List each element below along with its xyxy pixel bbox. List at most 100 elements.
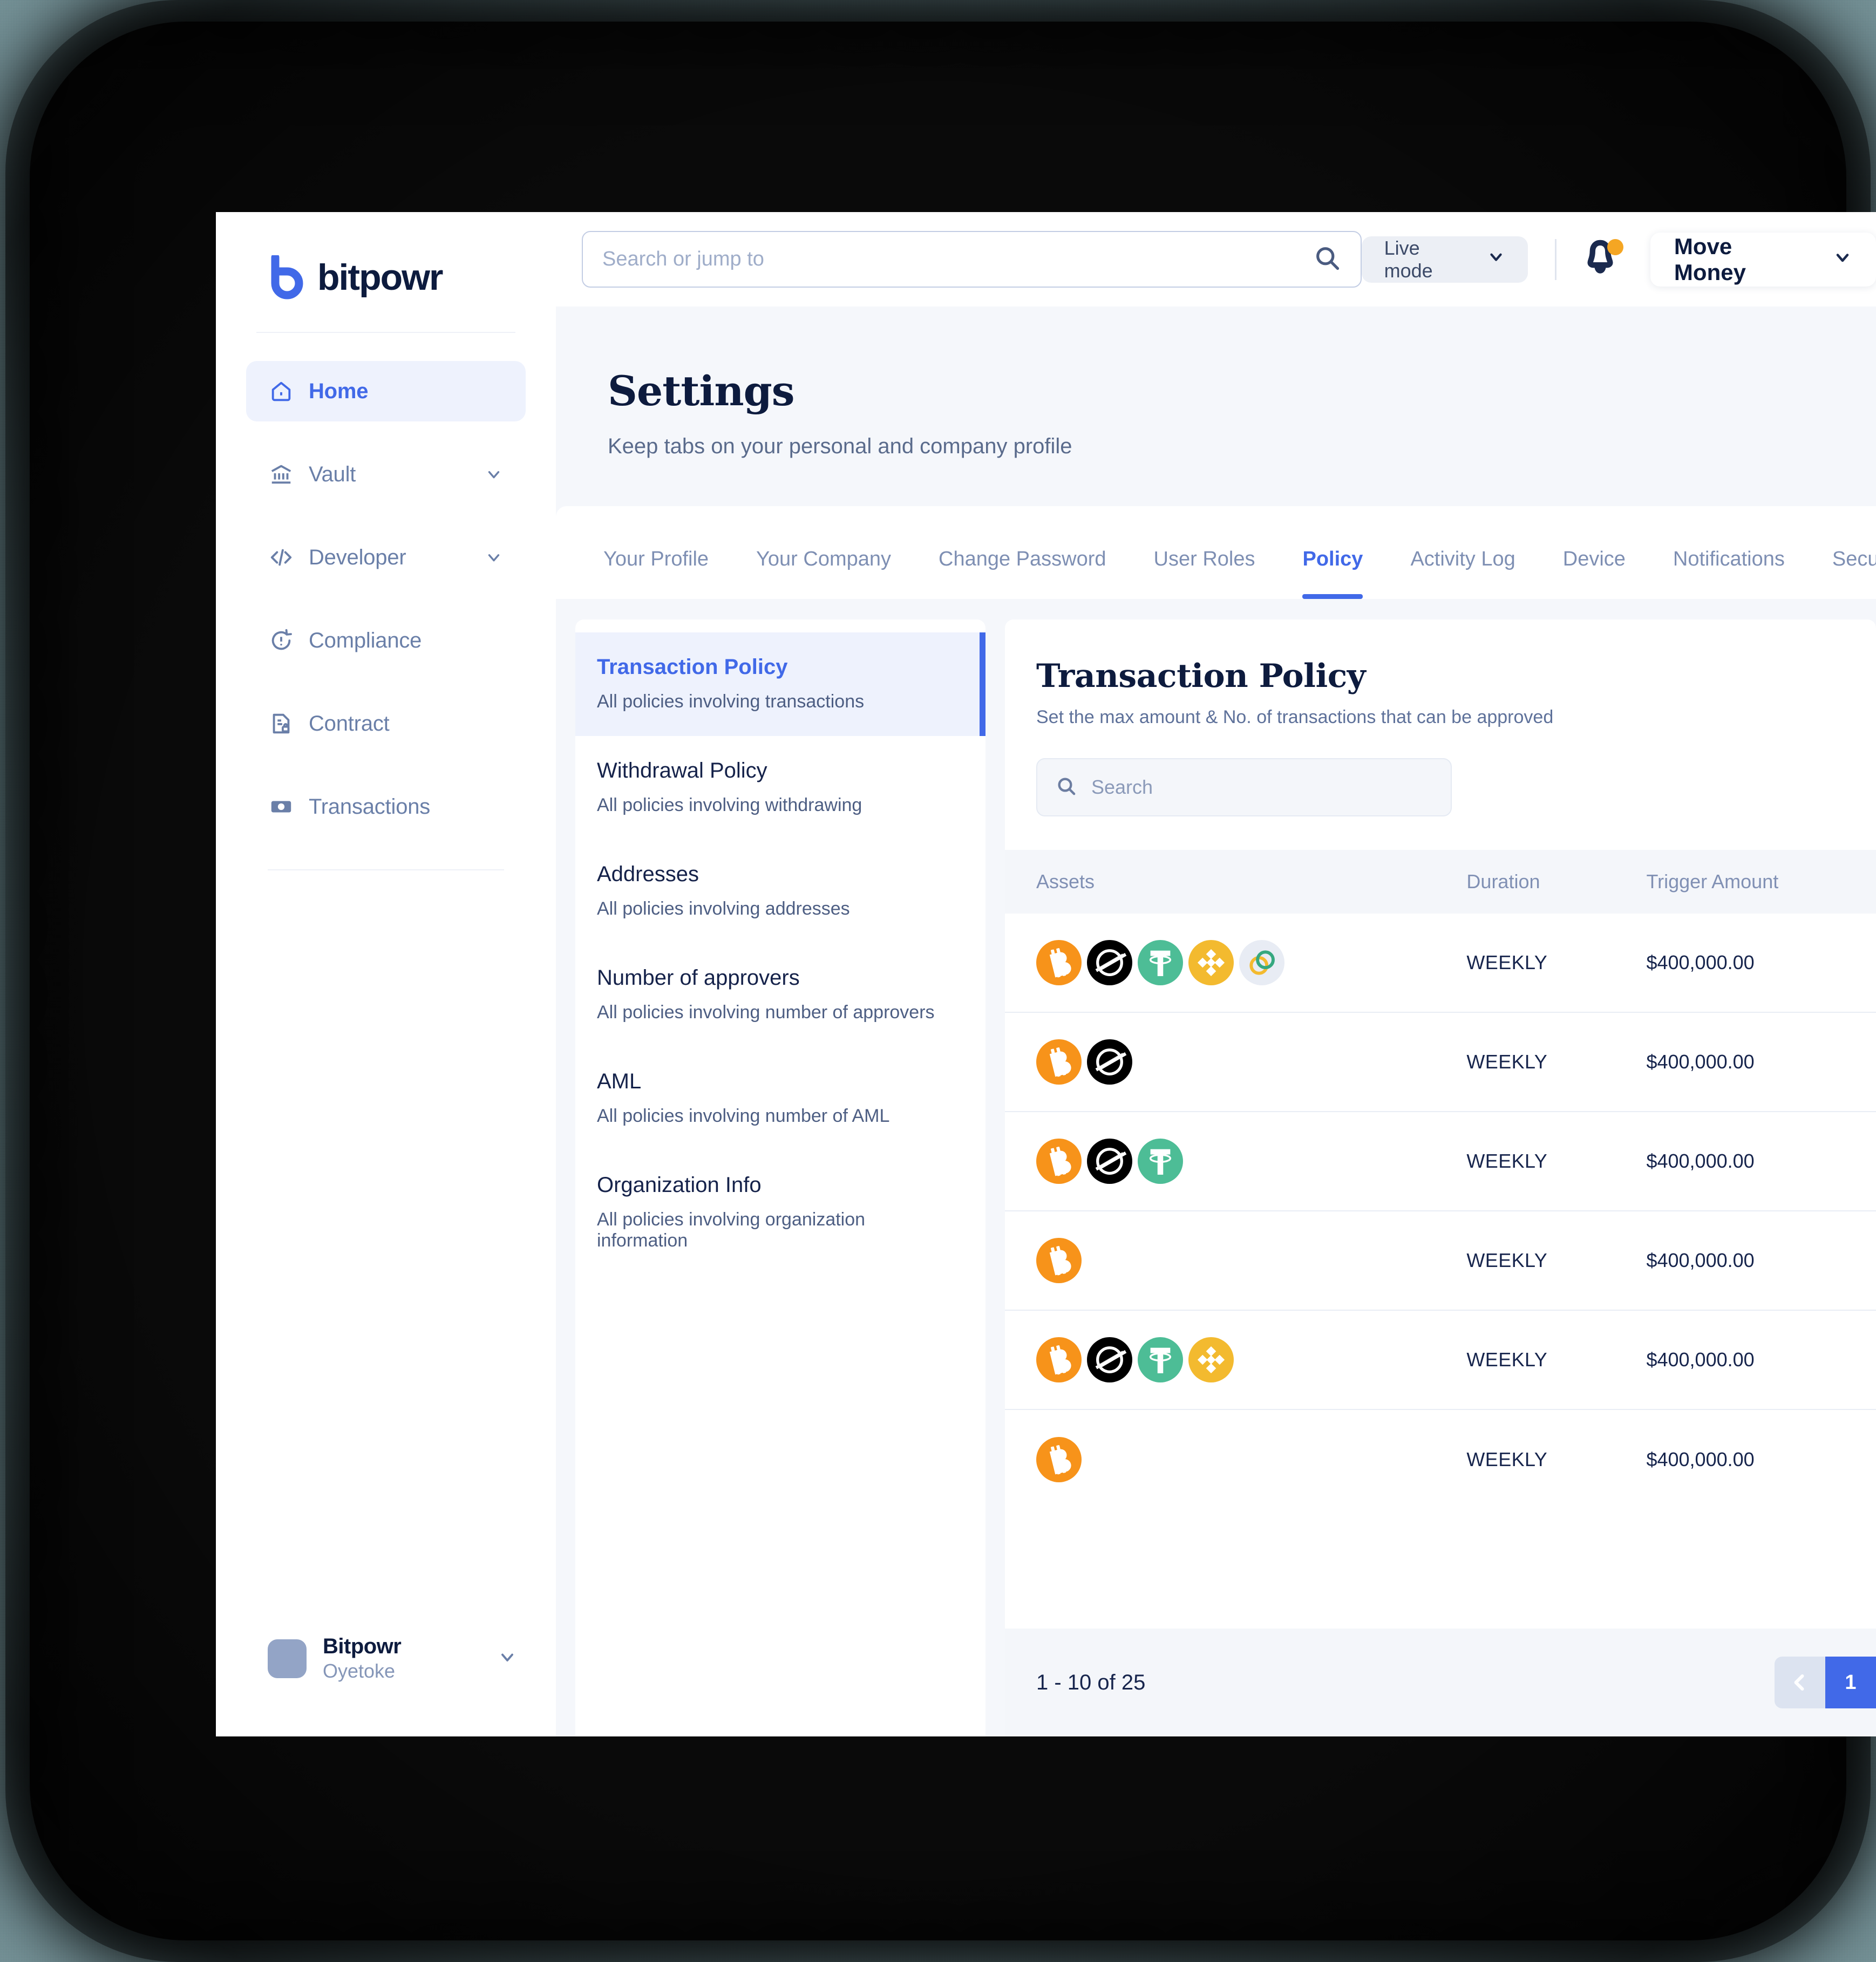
- table-row[interactable]: WEEKLY $400,000.00: [1005, 1410, 1876, 1509]
- table-row[interactable]: WEEKLY $400,000.00: [1005, 1112, 1876, 1211]
- table-row[interactable]: WEEKLY $400,000.00: [1005, 1311, 1876, 1410]
- binance-coin-icon: [1188, 940, 1234, 985]
- table-row[interactable]: WEEKLY $400,000.00: [1005, 914, 1876, 1013]
- sidebar-item-developer[interactable]: Developer: [246, 527, 526, 588]
- bitcoin-coin-icon: [1036, 1437, 1082, 1482]
- cell-duration: WEEKLY: [1466, 951, 1548, 973]
- sidebar-item-vault[interactable]: Vault: [246, 444, 526, 505]
- cell-duration: WEEKLY: [1466, 1150, 1548, 1172]
- pagination-controls: 1: [1775, 1657, 1876, 1708]
- chevron-down-icon[interactable]: [485, 548, 503, 567]
- table-header-row: Assets Duration Trigger Amount: [1005, 850, 1876, 914]
- policy-desc: All policies involving transactions: [597, 691, 865, 712]
- account-names: Bitpowr Oyetoke: [323, 1634, 402, 1682]
- policy-name: AML: [597, 1069, 642, 1093]
- sidebar-item-label: Home: [309, 379, 369, 403]
- tab-device[interactable]: Device: [1563, 548, 1626, 599]
- table-row[interactable]: WEEKLY $400,000.00: [1005, 1013, 1876, 1112]
- sidebar: bitpowr Home Vault Developer Compliance …: [216, 212, 556, 1736]
- policy-name: Addresses: [597, 862, 699, 886]
- cell-duration: WEEKLY: [1466, 1249, 1548, 1271]
- cell-trigger-amount: $400,000.00: [1646, 1348, 1755, 1371]
- column-header-duration: Duration: [1466, 870, 1540, 893]
- tab-your-profile[interactable]: Your Profile: [603, 548, 709, 599]
- tab-change-password[interactable]: Change Password: [939, 548, 1106, 599]
- policy-list-item-number-of-approvers[interactable]: Number of approvers All policies involvi…: [575, 943, 985, 1047]
- sidebar-item-label: Developer: [309, 545, 406, 569]
- brand-name: bitpowr: [317, 257, 444, 298]
- sidebar-item-label: Compliance: [309, 628, 422, 652]
- topbar-actions: Live mode Move Money: [1361, 232, 1876, 287]
- tab-notifications[interactable]: Notifications: [1673, 548, 1785, 599]
- sidebar-item-home[interactable]: Home: [246, 361, 526, 421]
- pagination-page-1[interactable]: 1: [1825, 1657, 1876, 1708]
- bitcoin-coin-icon: [1036, 1139, 1082, 1184]
- cell-trigger-amount: $400,000.00: [1646, 1448, 1755, 1470]
- policy-search-input[interactable]: Search: [1036, 758, 1452, 816]
- search-icon[interactable]: [1313, 244, 1341, 275]
- sidebar-account-switcher[interactable]: Bitpowr Oyetoke: [216, 1634, 556, 1736]
- page-subtitle: Keep tabs on your personal and company p…: [608, 434, 1072, 458]
- policy-list-item-addresses[interactable]: Addresses All policies involving address…: [575, 840, 985, 943]
- cell-trigger-amount: $400,000.00: [1646, 1150, 1755, 1172]
- column-header-trigger-amount: Trigger Amount: [1646, 870, 1779, 893]
- brand-logo[interactable]: bitpowr: [270, 253, 556, 299]
- tether-coin-icon: [1138, 1139, 1183, 1184]
- move-money-label: Move Money: [1674, 233, 1746, 285]
- global-search[interactable]: Search or jump to: [582, 231, 1362, 288]
- cell-trigger-amount: $400,000.00: [1646, 1249, 1755, 1271]
- tab-security[interactable]: Security: [1832, 548, 1876, 599]
- stellar-coin-icon: [1087, 1139, 1132, 1184]
- tab-user-roles[interactable]: User Roles: [1154, 548, 1255, 599]
- policy-table-body: WEEKLY $400,000.00 WEEKLY $400,000.00 WEEKLY…: [1005, 914, 1876, 1629]
- sidebar-item-compliance[interactable]: Compliance: [246, 610, 526, 671]
- table-row[interactable]: WEEKLY $400,000.00: [1005, 1211, 1876, 1311]
- avatar: [268, 1639, 307, 1678]
- policy-name: Withdrawal Policy: [597, 759, 767, 782]
- cell-assets: [1005, 1238, 1466, 1283]
- cell-assets: [1005, 1039, 1466, 1085]
- live-mode-dropdown[interactable]: Live mode: [1361, 236, 1528, 283]
- account-user: Oyetoke: [323, 1660, 396, 1682]
- page-header: Settings Keep tabs on your personal and …: [556, 306, 1876, 459]
- celo-coin-icon: [1239, 940, 1284, 985]
- sidebar-item-label: Contract: [309, 711, 390, 735]
- chevron-down-icon[interactable]: [485, 465, 503, 483]
- sidebar-item-contract[interactable]: Contract: [246, 693, 526, 754]
- stellar-coin-icon: [1087, 940, 1132, 985]
- policy-list-item-aml[interactable]: AML All policies involving number of AML: [575, 1047, 985, 1150]
- policy-desc: All policies involving number of AML: [597, 1106, 890, 1126]
- topbar: Search or jump to Live mode Move Money: [556, 212, 1876, 306]
- document-lock-icon: [269, 711, 294, 736]
- cell-assets: [1005, 940, 1466, 985]
- sidebar-item-transactions[interactable]: Transactions: [246, 776, 526, 837]
- tether-coin-icon: [1138, 940, 1183, 985]
- cell-assets: [1005, 1437, 1466, 1482]
- cell-trigger-amount: $400,000.00: [1646, 951, 1755, 973]
- pagination-prev-button[interactable]: [1775, 1657, 1825, 1708]
- tab-policy[interactable]: Policy: [1302, 548, 1363, 599]
- column-header-assets: Assets: [1036, 870, 1095, 893]
- sidebar-item-label: Vault: [309, 462, 356, 486]
- alert-refresh-icon: [269, 628, 294, 653]
- policy-desc: All policies involving number of approve…: [597, 1002, 935, 1023]
- tab-your-company[interactable]: Your Company: [756, 548, 891, 599]
- binance-coin-icon: [1188, 1337, 1234, 1382]
- policy-content: Transaction Policy All policies involvin…: [556, 599, 1876, 1736]
- policy-list-item-withdrawal-policy[interactable]: Withdrawal Policy All policies involving…: [575, 736, 985, 840]
- bitcoin-coin-icon: [1036, 1238, 1082, 1283]
- chevron-down-icon[interactable]: [498, 1647, 517, 1670]
- move-money-dropdown[interactable]: Move Money: [1650, 232, 1876, 287]
- live-mode-label: Live mode: [1384, 236, 1433, 282]
- cell-assets: [1005, 1139, 1466, 1184]
- detail-title: Transaction Policy: [1036, 657, 1366, 695]
- detail-header: Transaction Policy Set the max amount & …: [1005, 619, 1876, 728]
- chevron-down-icon: [1833, 247, 1852, 272]
- policy-list-item-organization-info[interactable]: Organization Info All policies involving…: [575, 1150, 985, 1275]
- policy-detail: Transaction Policy Set the max amount & …: [1005, 619, 1876, 1736]
- page-title: Settings: [608, 367, 795, 415]
- tab-activity-log[interactable]: Activity Log: [1410, 548, 1515, 599]
- bitcoin-coin-icon: [1036, 1337, 1082, 1382]
- notifications-button[interactable]: [1583, 238, 1623, 281]
- policy-list-item-transaction-policy[interactable]: Transaction Policy All policies involvin…: [575, 632, 985, 736]
